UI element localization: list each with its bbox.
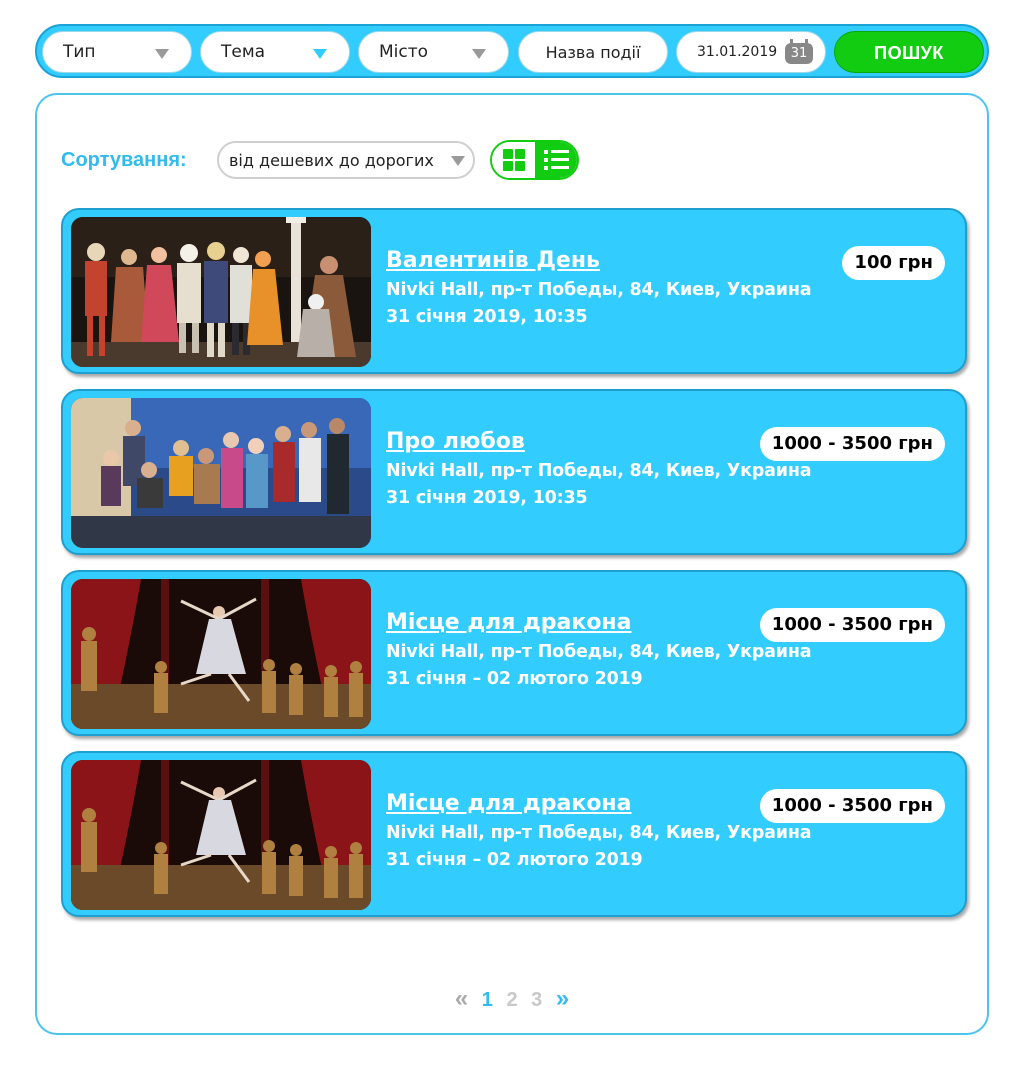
chevron-down-icon: [313, 49, 327, 59]
event-title[interactable]: Місце для дракона: [386, 791, 631, 816]
chevron-down-icon: [472, 49, 486, 59]
city-dropdown-label: Місто: [379, 42, 429, 62]
event-venue: Nivki Hall, пр-т Победы, 84, Киев, Украи…: [386, 280, 812, 300]
type-dropdown[interactable]: Тип: [42, 31, 192, 73]
event-image[interactable]: [71, 217, 371, 367]
event-title[interactable]: Місце для дракона: [386, 610, 631, 635]
event-card[interactable]: Валентинів День Nivki Hall, пр-т Победы,…: [61, 208, 967, 374]
event-price: 1000 - 3500 грн: [759, 789, 945, 823]
event-date: 31 січня – 02 лютого 2019: [386, 850, 643, 870]
event-date: 31 січня – 02 лютого 2019: [386, 669, 643, 689]
event-venue: Nivki Hall, пр-т Победы, 84, Киев, Украи…: [386, 823, 812, 843]
sort-label: Сортування:: [61, 149, 187, 171]
sort-dropdown[interactable]: від дешевих до дорогих: [217, 141, 475, 179]
next-page-button[interactable]: »: [556, 985, 569, 1013]
event-price: 1000 - 3500 грн: [759, 427, 945, 461]
theme-dropdown[interactable]: Тема: [200, 31, 350, 73]
city-dropdown[interactable]: Місто: [358, 31, 509, 73]
filter-bar: Тип Тема Місто Назва події 31.01.2019 31…: [35, 24, 989, 78]
view-toggle: [490, 140, 579, 180]
event-name-placeholder: Назва події: [545, 43, 641, 62]
event-price: 100 грн: [842, 246, 945, 280]
chevron-down-icon: [155, 49, 169, 59]
event-image[interactable]: [71, 579, 371, 729]
event-venue: Nivki Hall, пр-т Победы, 84, Киев, Украи…: [386, 642, 812, 662]
event-image[interactable]: [71, 760, 371, 910]
prev-page-button[interactable]: «: [455, 985, 468, 1013]
theme-dropdown-label: Тема: [221, 42, 266, 62]
event-date: 31 січня 2019, 10:35: [386, 307, 588, 327]
page-link[interactable]: 3: [531, 989, 542, 1012]
page-link-current[interactable]: 1: [482, 989, 493, 1012]
page-link[interactable]: 2: [506, 989, 517, 1012]
date-field[interactable]: 31.01.2019 31: [676, 31, 826, 73]
sort-selected-value: від дешевих до дорогих: [229, 151, 434, 170]
event-card[interactable]: Про любов Nivki Hall, пр-т Победы, 84, К…: [61, 389, 967, 555]
event-price: 1000 - 3500 грн: [759, 608, 945, 642]
event-title[interactable]: Про любов: [386, 429, 525, 454]
event-date: 31 січня 2019, 10:35: [386, 488, 588, 508]
event-card[interactable]: Місце для дракона Nivki Hall, пр-т Побед…: [61, 570, 967, 736]
event-venue: Nivki Hall, пр-т Победы, 84, Киев, Украи…: [386, 461, 812, 481]
grid-view-button[interactable]: [492, 142, 535, 178]
results-panel: Сортування: від дешевих до дорогих Вален…: [35, 93, 989, 1035]
list-view-button[interactable]: [535, 142, 577, 178]
date-value: 31.01.2019: [697, 44, 778, 60]
event-image[interactable]: [71, 398, 371, 548]
event-name-input[interactable]: Назва події: [518, 31, 668, 73]
chevron-down-icon: [451, 156, 465, 166]
event-title[interactable]: Валентинів День: [386, 248, 600, 273]
search-button[interactable]: ПОШУК: [834, 31, 984, 73]
pagination: « 1 2 3 »: [37, 985, 987, 1013]
calendar-icon[interactable]: 31: [785, 39, 813, 64]
event-card[interactable]: Місце для дракона Nivki Hall, пр-т Побед…: [61, 751, 967, 917]
type-dropdown-label: Тип: [63, 42, 96, 62]
